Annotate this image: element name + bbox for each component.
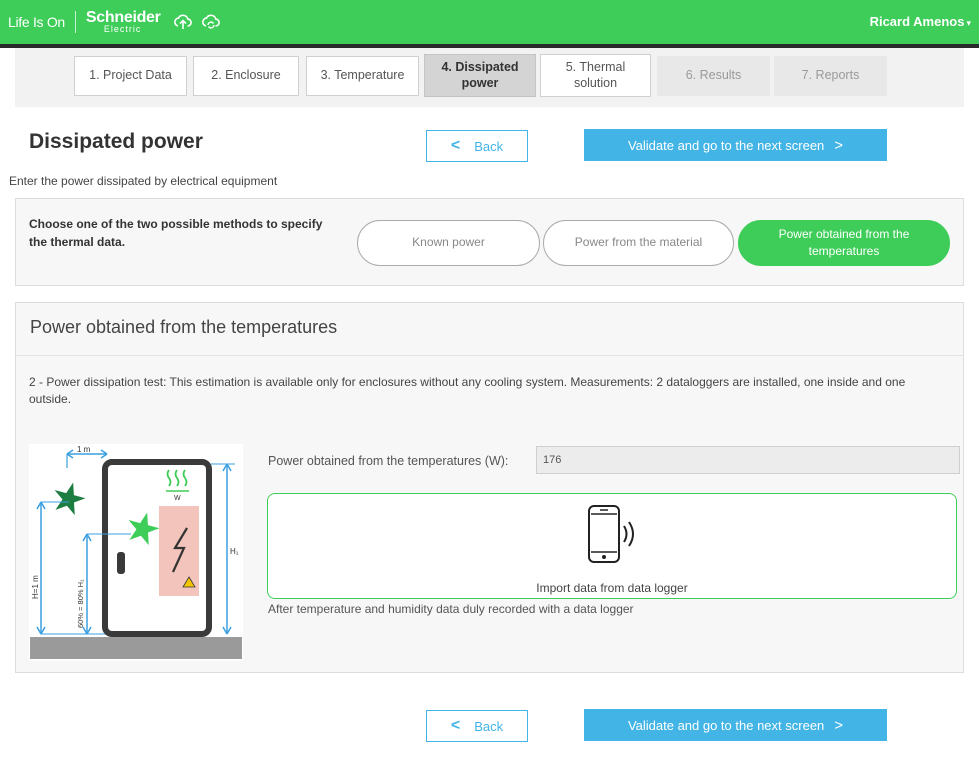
step-reports: 7. Reports (774, 56, 887, 96)
step-project-data[interactable]: 1. Project Data (74, 56, 187, 96)
step-results: 6. Results (657, 56, 770, 96)
heat-unit-label: W (174, 495, 181, 502)
import-datalogger-button[interactable]: Import data from data logger (267, 493, 957, 599)
back-label: Back (474, 138, 504, 154)
chevron-right-icon: > (834, 716, 844, 734)
back-button-bottom[interactable]: < Back (426, 710, 528, 742)
validate-next-button[interactable]: Validate and go to the next screen > (584, 129, 887, 161)
panel-description: 2 - Power dissipation test: This estimat… (29, 375, 906, 407)
temperature-method-panel: Power obtained from the temperatures 2 -… (15, 302, 964, 673)
validate-next-button-bottom[interactable]: Validate and go to the next screen > (584, 709, 887, 741)
import-hint: After temperature and humidity data duly… (268, 602, 634, 616)
back-label: Back (474, 718, 504, 734)
user-menu[interactable]: Ricard Amenos ▾ (870, 14, 971, 29)
method-power-from-temperatures[interactable]: Power obtained from the temperatures (738, 220, 950, 266)
step-thermal-solution[interactable]: 5. Thermal solution (540, 54, 651, 97)
step-enclosure[interactable]: 2. Enclosure (193, 56, 299, 96)
method-known-power[interactable]: Known power (357, 220, 540, 266)
chevron-down-icon: ▾ (966, 18, 971, 28)
right-height-label: H₁ (230, 547, 239, 556)
step-navigation: 1. Project Data 2. Enclosure 3. Temperat… (15, 48, 964, 107)
enclosure-diagram: W 1 m H=1 m 60% = 80% H₁ H₁ (29, 444, 243, 661)
top-bar: Life Is On Schneider Electric Ricard Ame… (0, 0, 979, 44)
phone-signal-icon (588, 505, 634, 563)
method-power-from-material[interactable]: Power from the material (543, 220, 734, 266)
step-temperature[interactable]: 3. Temperature (306, 56, 419, 96)
back-button[interactable]: < Back (426, 130, 528, 162)
validate-next-label: Validate and go to the next screen (627, 137, 825, 153)
chevron-left-icon: < (450, 717, 461, 734)
inside-height-label: 60% = 80% H₁ (76, 579, 85, 628)
cloud-upload-icon[interactable] (173, 12, 193, 32)
step-dissipated-power[interactable]: 4. Dissipated power (424, 54, 536, 97)
life-is-on-logo: Life Is On (8, 14, 65, 30)
page-title: Dissipated power (29, 130, 203, 153)
user-name: Ricard Amenos (869, 14, 965, 29)
power-field-label: Power obtained from the temperatures (W)… (268, 454, 509, 468)
validate-next-label: Validate and go to the next screen (627, 717, 825, 733)
logo-separator (74, 11, 76, 33)
chevron-right-icon: > (834, 136, 844, 154)
power-value-field[interactable]: 176 (536, 446, 960, 474)
outside-height-label: H=1 m (31, 575, 40, 599)
panel-divider (16, 355, 963, 356)
top-dimension-label: 1 m (77, 445, 91, 454)
schneider-logo: Schneider Electric (86, 10, 161, 34)
method-prompt: Choose one of the two possible methods t… (29, 217, 323, 249)
panel-title: Power obtained from the temperatures (30, 317, 338, 337)
chevron-left-icon: < (450, 137, 461, 154)
method-selector: Choose one of the two possible methods t… (15, 198, 964, 286)
import-label: Import data from data logger (536, 581, 688, 595)
brand-subname: Electric (103, 24, 142, 34)
page-subtitle: Enter the power dissipated by electrical… (9, 174, 278, 188)
cloud-sync-icon[interactable] (201, 12, 221, 32)
